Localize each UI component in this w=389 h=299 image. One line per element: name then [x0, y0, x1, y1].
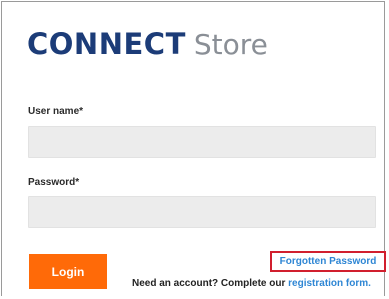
forgot-password-highlight: Forgotten Password — [270, 251, 386, 272]
password-input[interactable] — [28, 196, 376, 228]
username-input[interactable] — [28, 126, 376, 158]
register-prompt-text: Need an account? Complete our — [132, 278, 289, 289]
registration-form-link[interactable]: registration form. — [288, 278, 371, 289]
logo-store-text: Store — [193, 28, 268, 61]
password-label: Password* — [28, 177, 80, 188]
login-panel: CONNECT Store User name* Password* Login … — [1, 1, 386, 296]
connect-store-logo: CONNECT Store — [27, 27, 268, 61]
register-prompt: Need an account? Complete our registrati… — [132, 278, 371, 289]
forgot-password-link[interactable]: Forgotten Password — [280, 256, 377, 267]
username-label: User name* — [28, 106, 84, 117]
login-button[interactable]: Login — [29, 254, 107, 289]
logo-brand-text: CONNECT — [27, 27, 186, 61]
